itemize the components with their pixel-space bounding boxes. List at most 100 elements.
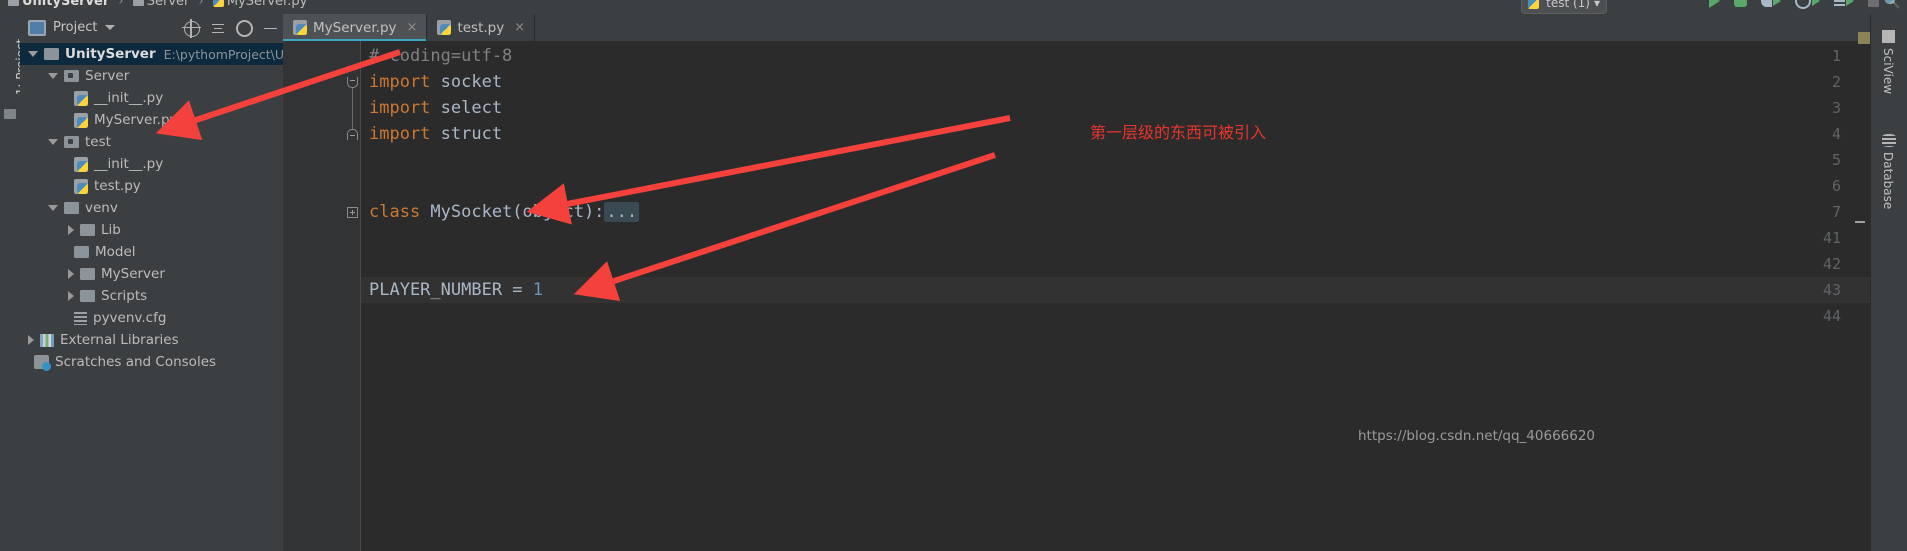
tree-item-init-py[interactable]: __init__.py [20, 87, 283, 109]
tree-item-scripts[interactable]: Scripts [20, 285, 283, 307]
tree-item-label: __init__.py [94, 156, 164, 172]
chevron-down-icon[interactable] [105, 25, 116, 30]
breadcrumb: UnityServer › Server › MyServer.py [8, 0, 307, 9]
tree-item-label: Scratches and Consoles [55, 354, 217, 370]
tree-item-scratches-and-consoles[interactable]: Scratches and Consoles [20, 351, 283, 373]
code-token: # coding=utf-8 [369, 46, 513, 66]
watermark: https://blog.csdn.net/qq_40666620 [1358, 428, 1596, 444]
tree-item-server[interactable]: Server [20, 65, 283, 87]
fold-toggle-icon[interactable] [347, 207, 358, 218]
python-file-icon [74, 156, 88, 172]
chevron-down-icon[interactable] [48, 139, 58, 145]
project-icon [28, 19, 46, 36]
tree-item-venv[interactable]: venv [20, 197, 283, 219]
code-line[interactable]: import struct [369, 121, 502, 147]
breadcrumb-bar: UnityServer › Server › MyServer.py test … [0, 0, 1907, 14]
breadcrumb-item-unityserver[interactable]: UnityServer [8, 0, 113, 9]
close-icon[interactable]: × [514, 20, 525, 35]
bug-icon[interactable] [1734, 0, 1747, 7]
profile-icon[interactable] [1795, 0, 1820, 9]
code-line[interactable]: class MySocket(object):... [369, 199, 640, 225]
tree-item-myserver-py[interactable]: MyServer.py [20, 109, 283, 131]
crosshair-icon[interactable] [182, 18, 201, 38]
tree-item-label: MyServer.py [94, 112, 178, 128]
tree-item-label: __init__.py [94, 90, 164, 106]
code-token: import [369, 72, 441, 92]
tree-item-label: MyServer [101, 266, 165, 282]
left-tool-strip: 1: Project [0, 14, 28, 551]
fold-stem [352, 121, 353, 129]
python-file-icon [212, 0, 224, 7]
line-number: 7 [1831, 203, 1841, 221]
gear-icon[interactable] [236, 20, 253, 37]
tree-item-label: pyvenv.cfg [93, 310, 167, 326]
tree-item-lib[interactable]: Lib [20, 219, 283, 241]
folder-icon [132, 0, 144, 6]
source-folder-icon [64, 136, 79, 148]
close-icon[interactable]: × [407, 20, 418, 35]
tree-item-unityserver[interactable]: UnityServer E:\pythomProject\Unity [20, 43, 308, 65]
tree-item-pyvenv-cfg[interactable]: pyvenv.cfg [20, 307, 283, 329]
code-line[interactable]: import select [369, 95, 502, 121]
fold-toggle-icon[interactable] [347, 77, 358, 88]
tree-item-external-libraries[interactable]: External Libraries [20, 329, 283, 351]
folder-icon [80, 224, 95, 236]
pycharm-window: UnityServer › Server › MyServer.py test … [0, 0, 1907, 551]
folder-icon [8, 0, 19, 6]
run-toolbar [1709, 0, 1879, 9]
line-number: 44 [1822, 307, 1841, 325]
chevron-right-icon[interactable] [28, 335, 34, 345]
tree-item-label: UnityServer [65, 46, 156, 62]
chevron-down-icon[interactable] [48, 73, 58, 79]
source-folder-icon [64, 70, 79, 82]
tree-item-model[interactable]: Model [20, 241, 283, 263]
chevron-down-icon[interactable] [28, 51, 38, 57]
tree-item-test[interactable]: test [20, 131, 283, 153]
editor-tab-label: MyServer.py [313, 19, 397, 36]
folder-icon [80, 268, 95, 280]
sidebar-item-database[interactable]: Database [1881, 152, 1895, 209]
breadcrumb-item-myserver[interactable]: MyServer.py [212, 0, 307, 9]
code-token: class [369, 202, 431, 222]
tree-item-label: test.py [94, 178, 141, 194]
editor-gutter[interactable] [283, 41, 361, 551]
collapse-icon[interactable] [211, 22, 225, 36]
run-configuration-selector[interactable]: test (1) ▾ [1521, 0, 1607, 14]
code-editor[interactable]: 1 # coding=utf-8 2 import socket 3 import sel… [283, 41, 1871, 551]
stop-square-icon[interactable] [1868, 0, 1879, 7]
database-icon [1882, 134, 1896, 147]
folder-icon[interactable] [4, 109, 16, 119]
editor-tab-myserver-py[interactable]: MyServer.py × [283, 14, 428, 42]
tree-item-test-py[interactable]: test.py [20, 175, 283, 197]
editor-tab-label: test.py [457, 19, 505, 36]
line-number: 4 [1831, 125, 1841, 143]
chevron-right-icon[interactable] [68, 269, 74, 279]
scrollbar-marker[interactable] [1858, 32, 1870, 44]
project-panel-header: Project [20, 14, 283, 41]
code-token: struct [440, 124, 503, 144]
chevron-down-icon[interactable] [48, 205, 58, 211]
console-run-icon[interactable] [1834, 0, 1854, 7]
tree-item-init-py[interactable]: __init__.py [20, 153, 283, 175]
chevron-right-icon[interactable] [68, 225, 74, 235]
minimize-icon[interactable] [264, 27, 277, 30]
search-icon[interactable]: 🔍 [1884, 0, 1901, 10]
code-line[interactable]: PLAYER_NUMBER = 1 [369, 277, 543, 303]
python-file-icon [74, 90, 88, 106]
editor-tab-test-py[interactable]: test.py × [427, 14, 536, 41]
tree-item-label: Model [95, 244, 136, 260]
line-number: 43 [1822, 281, 1841, 299]
code-line[interactable]: import socket [369, 69, 502, 95]
code-line[interactable]: # coding=utf-8 [369, 43, 512, 69]
chevron-right-icon[interactable] [68, 291, 74, 301]
fold-toggle-icon[interactable] [347, 129, 358, 140]
run-triangle-icon[interactable] [1709, 0, 1720, 8]
coverage-icon[interactable] [1761, 0, 1781, 7]
tree-item-myserver[interactable]: MyServer [20, 263, 283, 285]
editor-tab-bar: MyServer.py × test.py × [283, 14, 1871, 42]
code-token: socket [440, 72, 503, 92]
breadcrumb-item-server[interactable]: Server [132, 0, 194, 9]
code-token: select [440, 98, 503, 118]
scratches-icon [34, 355, 51, 371]
sidebar-item-sciview[interactable]: SciView [1881, 48, 1895, 94]
